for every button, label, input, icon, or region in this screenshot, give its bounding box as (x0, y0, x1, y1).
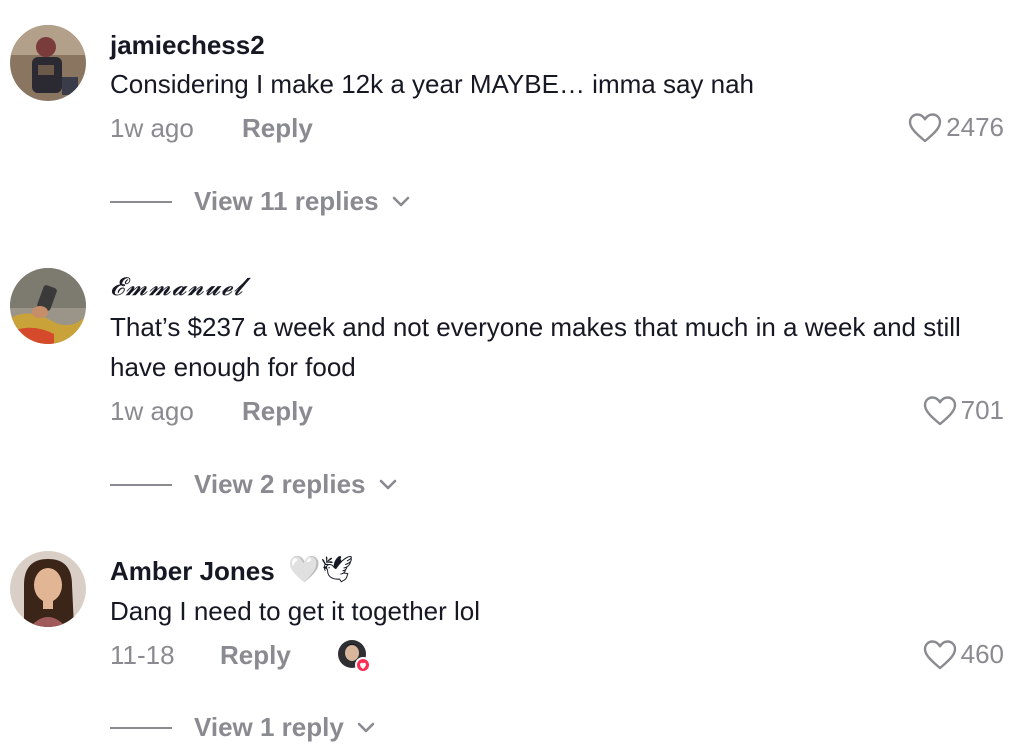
comment-item: Amber Jones 🤍🕊 Dang I need to get it tog… (0, 0, 1024, 754)
divider-line (110, 726, 172, 729)
comment-text: Dang I need to get it together lol (110, 596, 481, 626)
view-replies-label: View 1 reply (194, 712, 344, 742)
avatar-image (10, 551, 86, 627)
like-count: 460 (960, 639, 1004, 669)
reply-button[interactable]: Reply (220, 640, 291, 671)
user-avatar[interactable] (10, 551, 86, 627)
chevron-down-icon (357, 722, 375, 732)
like-button[interactable]: 460 (923, 639, 1004, 670)
heart-outline-icon (923, 639, 956, 669)
view-replies-button[interactable]: View 1 reply (110, 712, 376, 743)
comment-username[interactable]: Amber Jones (110, 556, 275, 587)
creator-liked-avatar-icon (337, 639, 371, 673)
comment-timestamp: 11-18 (110, 640, 175, 670)
username-emoji: 🤍🕊 (288, 554, 354, 584)
